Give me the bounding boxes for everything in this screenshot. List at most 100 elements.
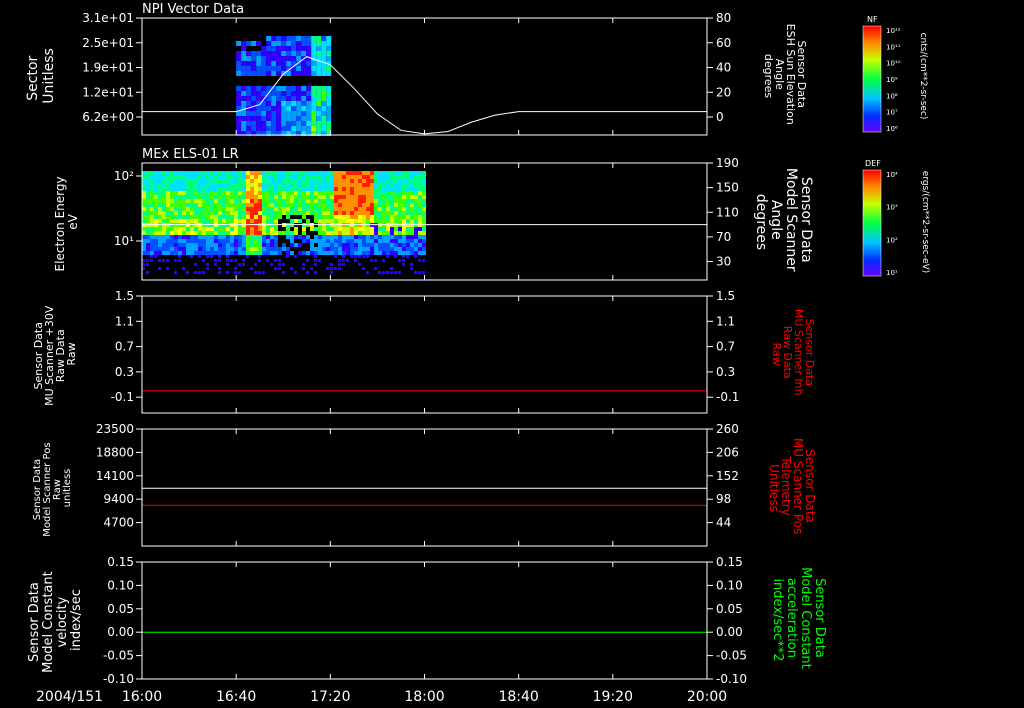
els-spectrogram-cell — [254, 231, 258, 235]
npi-spectrogram-cell — [291, 101, 297, 106]
els-spectrogram-cell — [302, 191, 306, 195]
colorbar-nf: NF 10¹²10¹¹10¹⁰10⁹10⁸10⁷10⁶ cnts/(cm**2-… — [862, 15, 928, 133]
els-spectrogram-cell — [318, 207, 322, 211]
npi-spectrogram-cell — [261, 61, 267, 66]
els-spectrogram-cell — [290, 239, 294, 243]
els-spectrogram-cell — [226, 219, 230, 223]
els-spectrogram-cell — [398, 199, 402, 203]
els-spectrogram-cell — [178, 211, 182, 215]
els-spectrogram-cell — [214, 235, 218, 239]
els-spectrogram-cell — [346, 227, 350, 231]
npi-spectrogram-cell — [301, 91, 307, 96]
els-spectrogram-cell — [370, 215, 374, 219]
npi-spectrogram-cell — [316, 111, 322, 116]
els-spectrogram-cell — [350, 179, 354, 183]
els-spectrogram-noise — [370, 259, 373, 262]
els-spectrogram-cell — [142, 207, 146, 211]
els-spectrogram-noise — [218, 271, 221, 274]
els-spectrogram-cell — [274, 207, 278, 211]
els-spectrogram-cell — [394, 243, 398, 247]
time-tick-label: 16:00 — [122, 689, 162, 705]
els-spectrogram-cell — [370, 175, 374, 179]
els-spectrogram-noise — [190, 255, 193, 258]
els-spectrogram-cell — [298, 191, 302, 195]
els-spectrogram-cell — [158, 239, 162, 243]
els-spectrogram-cell — [214, 183, 218, 187]
els-spectrogram-cell — [302, 175, 306, 179]
els-spectrogram-cell — [266, 243, 270, 247]
els-spectrogram-cell — [146, 227, 150, 231]
els-spectrogram-cell — [278, 231, 282, 235]
els-spectrogram-cell — [154, 247, 158, 251]
els-spectrogram-cell — [178, 175, 182, 179]
npi-spectrogram-cell — [241, 116, 247, 121]
els-spectrogram-cell — [234, 199, 238, 203]
els-spectrogram-cell — [162, 179, 166, 183]
els-spectrogram-cell — [170, 187, 174, 191]
npi-spectrogram-cell — [246, 111, 252, 116]
els-spectrogram-cell — [218, 187, 222, 191]
els-spectrogram-cell — [398, 191, 402, 195]
els-spectrogram-cell — [194, 171, 198, 175]
els-spectrogram-cell — [374, 171, 378, 175]
els-spectrogram-noise — [146, 263, 149, 266]
els-spectrogram-cell — [142, 199, 146, 203]
els-spectrogram-cell — [158, 243, 162, 247]
npi-spectrogram-cell — [266, 36, 272, 41]
els-spectrogram-cell — [398, 247, 402, 251]
els-spectrogram-cell — [158, 227, 162, 231]
npi-spectrogram-cell — [301, 86, 307, 91]
els-spectrogram-cell — [330, 179, 334, 183]
els-spectrogram-cell — [162, 187, 166, 191]
els-spectrogram-cell — [234, 187, 238, 191]
els-spectrogram-cell — [386, 231, 390, 235]
els-spectrogram-cell — [386, 171, 390, 175]
els-spectrogram-noise — [226, 263, 229, 266]
els-spectrogram-cell — [278, 211, 282, 215]
els-spectrogram-cell — [362, 183, 366, 187]
els-spectrogram-cell — [314, 211, 318, 215]
els-spectrogram-cell — [422, 247, 426, 251]
els-spectrogram-cell — [354, 175, 358, 179]
els-spectrogram-cell — [146, 247, 150, 251]
els-spectrogram-cell — [198, 239, 202, 243]
els-spectrogram-cell — [382, 215, 386, 219]
npi-spectrogram-cell — [286, 41, 292, 46]
els-spectrogram-cell — [334, 211, 338, 215]
els-spectrogram-cell — [266, 227, 270, 231]
els-spectrogram-noise — [262, 271, 265, 274]
els-spectrogram-cell — [350, 243, 354, 247]
npi-spectrogram-cell — [276, 106, 282, 111]
els-spectrogram-cell — [366, 187, 370, 191]
els-spectrogram-cell — [206, 211, 210, 215]
npi-spectrogram-cell — [296, 71, 302, 76]
els-spectrogram-cell — [186, 183, 190, 187]
time-tick-label: 16:40 — [216, 689, 256, 705]
els-spectrogram-cell — [158, 187, 162, 191]
els-spectrogram-cell — [166, 215, 170, 219]
els-spectrogram-cell — [270, 239, 274, 243]
els-spectrogram-cell — [214, 231, 218, 235]
npi-spectrogram-cell — [256, 86, 262, 91]
npi-spectrogram-cell — [296, 121, 302, 126]
els-spectrogram-noise — [154, 255, 157, 258]
npi-spectrogram-cell — [246, 96, 252, 101]
els-spectrogram-cell — [242, 183, 246, 187]
els-spectrogram-cell — [334, 239, 338, 243]
els-spectrogram-cell — [382, 239, 386, 243]
els-spectrogram-noise — [146, 271, 149, 274]
els-spectrogram-cell — [238, 191, 242, 195]
els-spectrogram-cell — [358, 191, 362, 195]
els-spectrogram-cell — [406, 187, 410, 191]
els-spectrogram-cell — [162, 211, 166, 215]
els-spectrogram-cell — [242, 211, 246, 215]
els-spectrogram-cell — [286, 231, 290, 235]
els-spectrogram-cell — [222, 199, 226, 203]
els-spectrogram-cell — [414, 251, 418, 255]
els-spectrogram-cell — [166, 207, 170, 211]
els-spectrogram-cell — [274, 183, 278, 187]
els-spectrogram-cell — [238, 251, 242, 255]
els-spectrogram-cell — [178, 247, 182, 251]
els-spectrogram-cell — [270, 179, 274, 183]
els-spectrogram-cell — [350, 219, 354, 223]
